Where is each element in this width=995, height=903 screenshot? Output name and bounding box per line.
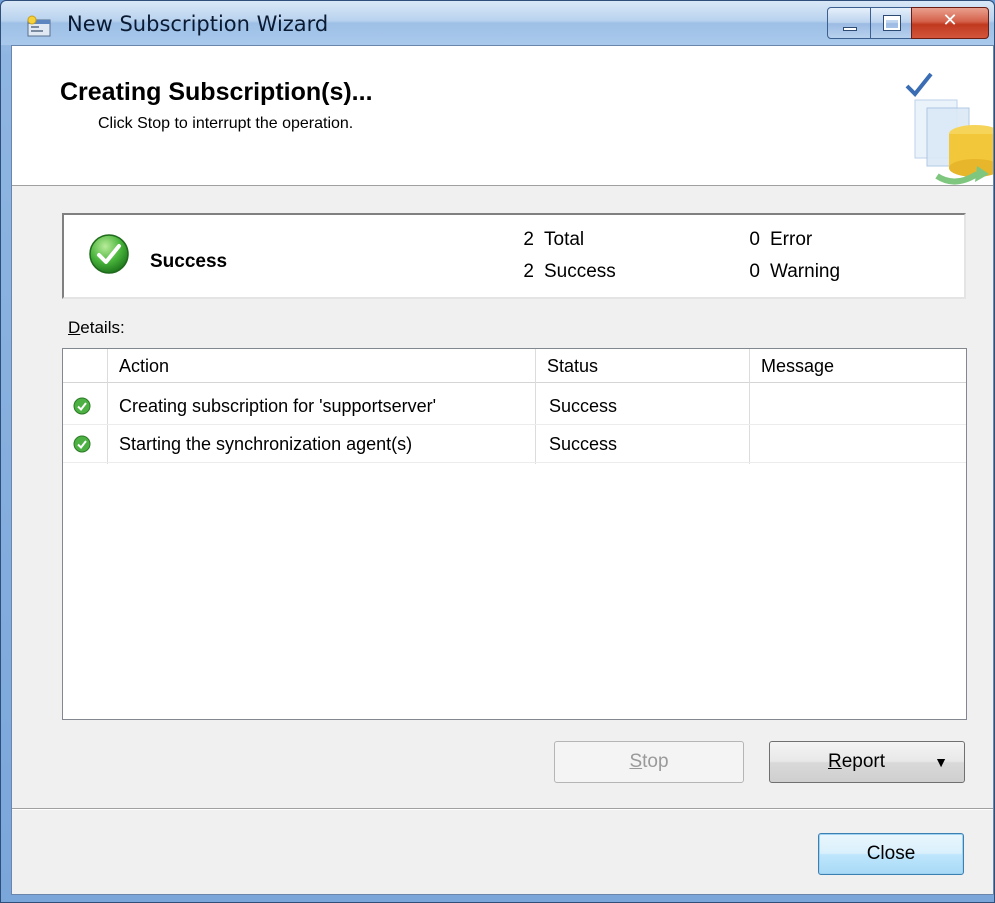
stat-error-count: 0 [749,229,760,250]
dropdown-arrow-icon[interactable]: ▼ [934,742,948,782]
page-subtitle: Click Stop to interrupt the operation. [98,115,354,132]
summary-panel: Success 2 Total 2 Success 0 Error 0 Warn… [62,213,966,299]
column-header-action[interactable]: Action [119,356,169,377]
table-row[interactable]: Creating subscription for 'supportserver… [63,387,966,425]
success-check-icon [89,234,129,274]
success-check-icon [73,435,91,453]
title-bar[interactable]: New Subscription Wizard ✕ [1,1,994,45]
window-title: New Subscription Wizard [67,12,329,36]
close-icon: ✕ [942,10,958,31]
row-action: Creating subscription for 'supportserver… [119,396,437,416]
row-status: Success [549,434,618,454]
wizard-database-icon [905,72,993,185]
table-row[interactable]: Starting the synchronization agent(s) Su… [63,425,966,463]
column-header-message[interactable]: Message [761,356,834,377]
details-grid[interactable]: Action Status Message Creating subscript… [62,348,967,720]
report-button-label: Report [828,751,886,772]
header-band: Creating Subscription(s)... Click Stop t… [12,46,993,186]
app-icon [27,15,51,37]
window-close-button[interactable]: ✕ [911,7,989,39]
wizard-body: Creating Subscription(s)... Click Stop t… [11,45,994,895]
success-check-icon [73,397,91,415]
page-title: Creating Subscription(s)... [60,78,373,106]
maximize-button[interactable] [870,7,912,39]
minimize-button[interactable] [827,7,871,39]
stop-button[interactable]: Stop [554,741,744,783]
stat-success-count: 2 [523,261,534,282]
close-button[interactable]: Close [818,833,964,875]
row-status: Success [549,396,618,416]
stat-error-label: Error [770,229,813,250]
summary-status-text: Success [150,251,228,272]
report-button[interactable]: Report ▼ [769,741,965,783]
wizard-window: New Subscription Wizard ✕ Creating Subsc… [0,0,995,903]
row-action: Starting the synchronization agent(s) [119,434,413,454]
grid-header: Action Status Message [63,349,966,383]
stat-total-label: Total [544,229,585,250]
stat-success-label: Success [544,261,616,282]
minimize-icon [843,27,857,31]
column-header-status[interactable]: Status [547,356,598,377]
stat-warning-label: Warning [770,261,841,282]
details-label: Details: [68,318,125,337]
stat-warning-count: 0 [749,261,760,282]
footer-divider [12,808,993,810]
maximize-icon [883,15,901,31]
stat-total-count: 2 [523,229,534,250]
